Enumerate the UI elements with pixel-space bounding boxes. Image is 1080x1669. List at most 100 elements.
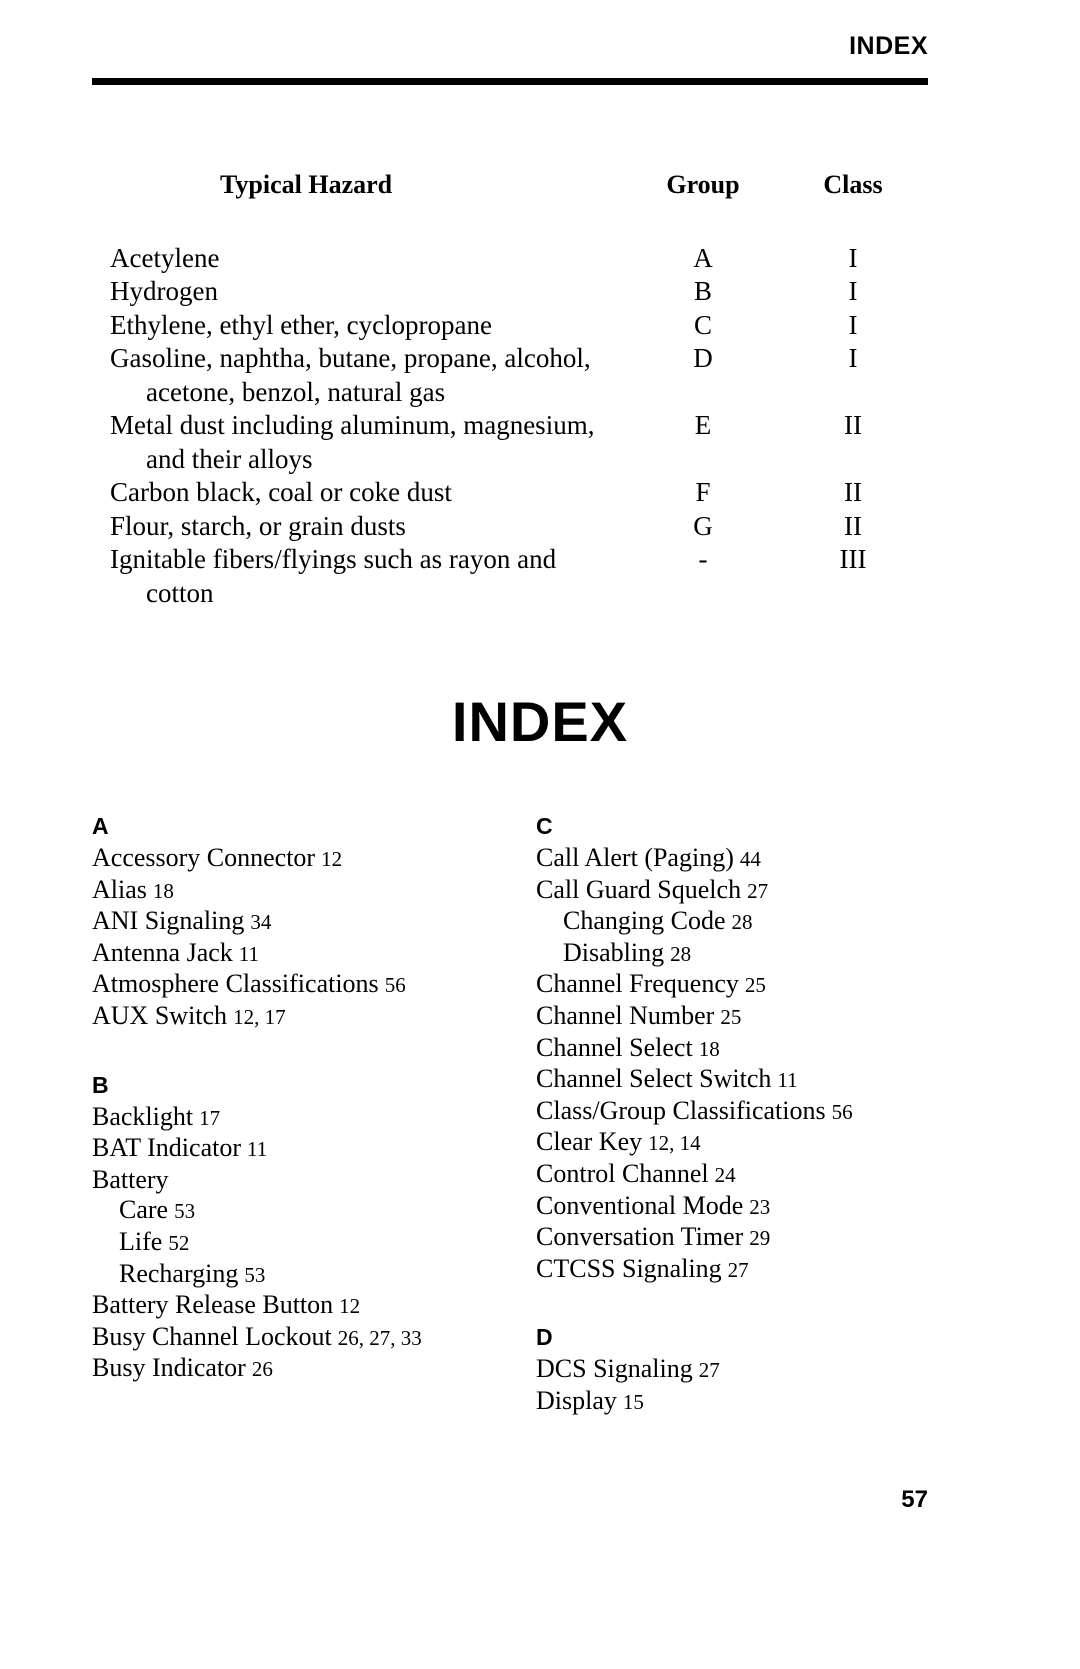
index-entry[interactable]: DCS Signaling 27 (536, 1354, 944, 1386)
index-entry-page-numbers: 27 (727, 1257, 749, 1282)
hazard-table-body: Acetylene A I Hydrogen B I Ethylene, ethyl eth… (92, 242, 928, 611)
index-entry[interactable]: BAT Indicator 11 (92, 1133, 500, 1165)
index-entry-term: Battery (92, 1164, 169, 1194)
table-row: Hydrogen B I (92, 275, 928, 309)
cell-typical-hazard: Flour, starch, or grain dusts (110, 510, 406, 541)
index-entry[interactable]: Channel Number 25 (536, 1001, 944, 1033)
index-entry[interactable]: Conventional Mode 23 (536, 1191, 944, 1223)
index-entry-term: Care (119, 1195, 169, 1225)
cell-group: F (695, 477, 711, 507)
cell-typical-hazard: Metal dust including aluminum, magnesium… (92, 409, 628, 476)
running-header-title: INDEX (849, 32, 928, 60)
index-entry-page-numbers: 53 (244, 1262, 266, 1287)
index-entry[interactable]: Channel Frequency 25 (536, 969, 944, 1001)
index-entry[interactable]: Display 15 (536, 1386, 944, 1418)
cell-group: E (694, 410, 712, 440)
index-subentry[interactable]: Disabling 28 (536, 938, 944, 970)
index-entry[interactable]: Class/Group Classifications 56 (536, 1096, 944, 1128)
index-entry[interactable]: Control Channel 24 (536, 1159, 944, 1191)
index-entry[interactable]: Channel Select Switch 11 (536, 1064, 944, 1096)
index-entry-term: Call Alert (Paging) (536, 843, 734, 872)
index-column-left: A Accessory Connector 12 Alias 18 ANI Signali… (92, 812, 500, 1418)
table-row: Ethylene, ethyl ether, cyclopropane C I (92, 309, 928, 343)
cell-class: II (844, 410, 862, 440)
index-entry-term: Channel Number (536, 1000, 715, 1030)
index-entry[interactable]: Antenna Jack 11 (92, 938, 500, 970)
table-row: Gasoline, naphtha, butane, propane, alco… (92, 342, 928, 409)
index-entry-term: Display (536, 1385, 617, 1415)
index-entry-term: Accessory Connector (92, 843, 316, 872)
index-entry-term: Conversation Timer (536, 1222, 744, 1252)
index-entry[interactable]: AUX Switch 12, 17 (92, 1001, 500, 1033)
index-entry-term: Busy Channel Lockout (92, 1321, 332, 1351)
index-entry-page-numbers: 28 (670, 941, 692, 966)
index-letter-group-d: D DCS Signaling 27 Display 15 (536, 1323, 944, 1417)
index-entry-term: Clear Key (536, 1127, 643, 1157)
index-entry-term: Call Guard Squelch (536, 874, 742, 904)
index-entry[interactable]: Alias 18 (92, 875, 500, 907)
cell-class: II (844, 510, 862, 541)
index-entry-page-numbers: 23 (749, 1194, 771, 1219)
index-subentry[interactable]: Care 53 (92, 1195, 500, 1227)
table-row: Carbon black, coal or coke dust F II (92, 476, 928, 510)
index-entry[interactable]: Call Alert (Paging) 44 (536, 843, 944, 875)
index-entry-page-numbers: 27 (698, 1358, 720, 1383)
index-entry-term: Control Channel (536, 1158, 709, 1188)
cell-class: II (844, 477, 862, 507)
index-entry-term: Atmosphere Classifications (92, 969, 379, 999)
index-entry-page-numbers: 11 (238, 941, 260, 966)
index-entry-page-numbers: 12 (321, 847, 343, 871)
index-entry[interactable]: Battery Release Button 12 (92, 1290, 500, 1322)
index-entry-term: AUX Switch (92, 1000, 228, 1030)
index-subentry[interactable]: Changing Code 28 (536, 906, 944, 938)
index-entry[interactable]: Backlight 17 (92, 1102, 500, 1134)
index-entry-term: BAT Indicator (92, 1133, 241, 1163)
index-entry[interactable]: Busy Indicator 26 (92, 1353, 500, 1385)
table-row: Metal dust including aluminum, magnesium… (92, 409, 928, 476)
index-entry-term: Conventional Mode (536, 1190, 744, 1220)
index-entry[interactable]: Accessory Connector 12 (92, 843, 500, 875)
index-subentry[interactable]: Life 52 (92, 1227, 500, 1259)
index-entry-page-numbers: 53 (174, 1199, 196, 1224)
hazard-classification-table: Typical Hazard Group Class Acetylene A I Hy… (92, 168, 928, 610)
index-entry[interactable]: CTCSS Signaling 27 (536, 1254, 944, 1286)
index-entry-page-numbers: 29 (749, 1226, 771, 1251)
index-letter-heading: D (536, 1324, 553, 1351)
index-entry-page-numbers: 18 (152, 878, 174, 903)
index-entry-page-numbers: 12 (339, 1294, 361, 1319)
index-entry-page-numbers: 34 (250, 910, 272, 935)
index-entry[interactable]: Battery (92, 1165, 500, 1196)
index-letter-group-a: A Accessory Connector 12 Alias 18 ANI Signali… (92, 812, 500, 1033)
index-entry[interactable]: Clear Key 12, 14 (536, 1127, 944, 1159)
cell-class: III (839, 544, 867, 574)
cell-class: I (848, 276, 858, 306)
index-entry[interactable]: Call Guard Squelch 27 (536, 875, 944, 907)
index-entry[interactable]: Channel Select 18 (536, 1033, 944, 1065)
index-entry-page-numbers: 17 (199, 1105, 221, 1130)
header-divider-rule (92, 78, 928, 85)
index-entry-term: Channel Select Switch (536, 1064, 772, 1094)
index-entry[interactable]: Conversation Timer 29 (536, 1222, 944, 1254)
table-row: Ignitable fibers/flyings such as rayon a… (92, 543, 928, 610)
index-entry-page-numbers: 56 (831, 1099, 853, 1124)
cell-group: D (693, 343, 713, 373)
index-entry[interactable]: ANI Signaling 34 (92, 906, 500, 938)
cell-typical-hazard-continuation: acetone, benzol, natural gas (146, 376, 446, 407)
cell-typical-hazard: Gasoline, naphtha, butane, propane, alco… (92, 342, 628, 409)
index-letter-group-c: C Call Alert (Paging) 44 Call Guard Squelch… (536, 812, 944, 1285)
cell-group: B (693, 276, 712, 306)
index-entry[interactable]: Atmosphere Classifications 56 (92, 969, 500, 1001)
cell-typical-hazard: Ignitable fibers/flyings such as rayon a… (92, 543, 628, 610)
index-subentry[interactable]: Recharging 53 (92, 1259, 500, 1291)
column-header-typical-hazard: Typical Hazard (220, 170, 393, 199)
cell-typical-hazard-continuation: and their alloys (146, 443, 313, 474)
index-column-right: C Call Alert (Paging) 44 Call Guard Squelch… (536, 812, 944, 1418)
index-entry-term: Busy Indicator (92, 1353, 246, 1383)
index-entry-term: Changing Code (563, 906, 726, 936)
index-entry-columns: A Accessory Connector 12 Alias 18 ANI Signali… (92, 812, 944, 1418)
index-entry[interactable]: Busy Channel Lockout 26, 27, 33 (92, 1322, 500, 1354)
page-number: 57 (901, 1486, 928, 1513)
index-entry-page-numbers: 27 (747, 878, 769, 903)
index-entry-page-numbers: 24 (714, 1162, 736, 1187)
index-entry-page-numbers: 11 (247, 1137, 268, 1162)
